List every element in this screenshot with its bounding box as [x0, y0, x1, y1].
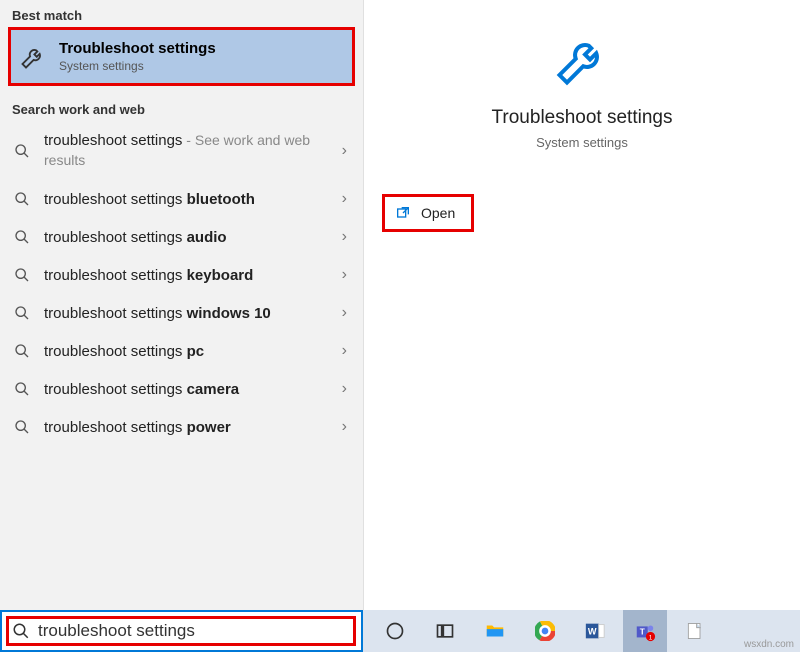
search-icon — [14, 419, 30, 435]
suggestion-text: troubleshoot settings bluetooth — [44, 191, 338, 208]
suggestion-item[interactable]: troubleshoot settings audio› — [0, 218, 363, 256]
chevron-right-icon: › — [338, 418, 351, 436]
search-bar[interactable] — [0, 610, 363, 652]
detail-title: Troubleshoot settings — [364, 107, 800, 129]
best-match-result[interactable]: Troubleshoot settings System settings — [8, 27, 355, 86]
svg-text:1: 1 — [649, 634, 653, 641]
suggestion-text: troubleshoot settings camera — [44, 381, 338, 398]
search-icon — [14, 191, 30, 207]
suggestion-item[interactable]: troubleshoot settings camera› — [0, 370, 363, 408]
suggestion-text: troubleshoot settings - See work and web… — [44, 131, 338, 170]
chevron-right-icon: › — [338, 228, 351, 246]
search-icon — [14, 305, 30, 321]
open-button[interactable]: Open — [382, 194, 474, 232]
taskbar-task-view[interactable] — [423, 610, 467, 652]
suggestion-list: troubleshoot settings - See work and web… — [0, 121, 363, 446]
taskbar-file-explorer[interactable] — [473, 610, 517, 652]
suggestion-text: troubleshoot settings windows 10 — [44, 305, 338, 322]
search-icon — [14, 143, 30, 159]
open-icon — [395, 205, 411, 221]
taskbar-notes[interactable] — [673, 610, 717, 652]
detail-subtitle: System settings — [364, 135, 800, 150]
svg-text:T: T — [640, 628, 645, 637]
search-icon — [14, 229, 30, 245]
taskbar-chrome[interactable] — [523, 610, 567, 652]
suggestion-item[interactable]: troubleshoot settings - See work and web… — [0, 121, 363, 180]
wrench-icon-large — [552, 30, 612, 90]
best-match-title: Troubleshoot settings — [59, 40, 216, 57]
search-icon — [14, 267, 30, 283]
suggestion-item[interactable]: troubleshoot settings windows 10› — [0, 294, 363, 332]
chevron-right-icon: › — [338, 304, 351, 322]
search-icon — [14, 381, 30, 397]
taskbar-teams[interactable]: T1 — [623, 610, 667, 652]
search-input[interactable] — [38, 621, 361, 641]
search-web-header: Search work and web — [0, 88, 363, 121]
svg-text:W: W — [588, 627, 597, 637]
taskbar: W T1 — [363, 610, 800, 652]
suggestion-item[interactable]: troubleshoot settings bluetooth› — [0, 180, 363, 218]
best-match-header: Best match — [0, 0, 363, 27]
search-icon — [12, 622, 30, 640]
taskbar-cortana[interactable] — [373, 610, 417, 652]
detail-panel: Troubleshoot settings System settings Op… — [363, 0, 800, 652]
watermark: wsxdn.com — [744, 639, 794, 650]
chevron-right-icon: › — [338, 380, 351, 398]
open-button-label: Open — [421, 205, 455, 221]
suggestion-text: troubleshoot settings power — [44, 419, 338, 436]
suggestion-item[interactable]: troubleshoot settings pc› — [0, 332, 363, 370]
suggestion-text: troubleshoot settings pc — [44, 343, 338, 360]
suggestion-text: troubleshoot settings keyboard — [44, 267, 338, 284]
suggestion-item[interactable]: troubleshoot settings power› — [0, 408, 363, 446]
taskbar-word[interactable]: W — [573, 610, 617, 652]
chevron-right-icon: › — [338, 190, 351, 208]
search-icon — [14, 343, 30, 359]
chevron-right-icon: › — [338, 342, 351, 360]
suggestion-item[interactable]: troubleshoot settings keyboard› — [0, 256, 363, 294]
suggestion-text: troubleshoot settings audio — [44, 229, 338, 246]
search-results-panel: Best match Troubleshoot settings System … — [0, 0, 363, 652]
best-match-subtitle: System settings — [59, 59, 216, 73]
wrench-icon — [19, 43, 47, 71]
chevron-right-icon: › — [338, 266, 351, 284]
chevron-right-icon: › — [338, 142, 351, 160]
